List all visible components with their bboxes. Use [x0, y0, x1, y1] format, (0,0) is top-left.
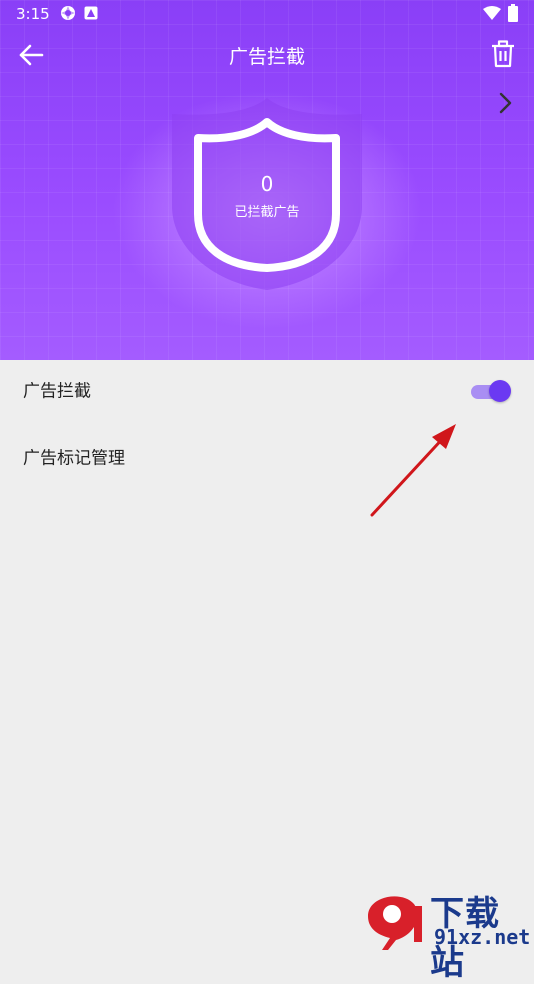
battery-icon [508, 4, 518, 22]
ad-block-row[interactable]: 广告拦截 [0, 360, 534, 424]
status-notification-icon [84, 6, 98, 20]
blocked-ad-label: 已拦截广告 [234, 205, 300, 220]
status-app-icon [61, 6, 75, 20]
delete-button[interactable] [490, 40, 516, 68]
settings-list: 广告拦截 广告标记管理 [0, 360, 534, 488]
status-bar: 3:15 [0, 0, 534, 28]
toggle-thumb [489, 380, 511, 402]
page-title: 广告拦截 [228, 46, 305, 68]
trash-icon [492, 40, 514, 68]
ad-block-label: 广告拦截 [23, 381, 91, 402]
chevron-right-icon [499, 92, 512, 114]
wifi-icon [483, 6, 501, 20]
watermark-url: 91xz.net [434, 925, 531, 949]
blocked-ad-count: 0 [260, 172, 274, 196]
status-time: 3:15 [16, 5, 50, 23]
ad-block-toggle[interactable] [471, 378, 511, 402]
ad-mark-management-label: 广告标记管理 [23, 448, 125, 469]
ad-mark-management-row[interactable]: 广告标记管理 [0, 424, 534, 488]
